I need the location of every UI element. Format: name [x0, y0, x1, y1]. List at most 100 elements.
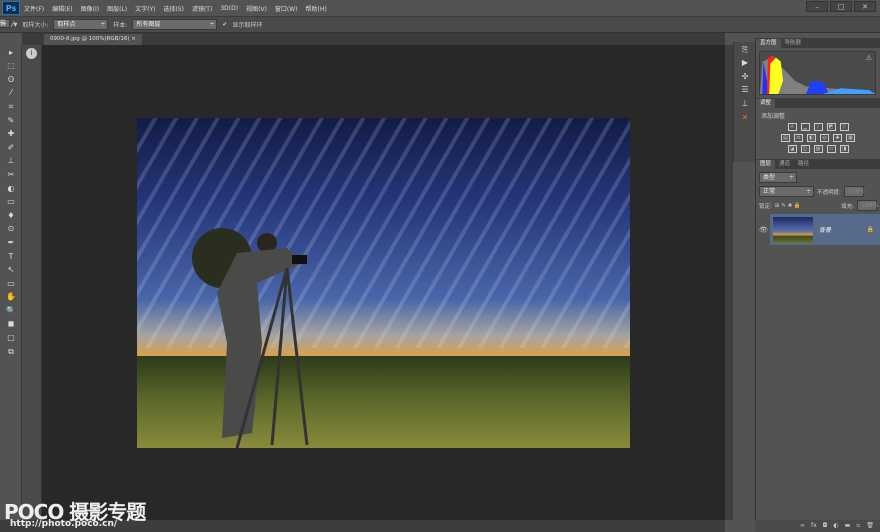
posterize-icon[interactable]: ◫	[800, 145, 810, 153]
clone-source-icon[interactable]: ⊥	[737, 98, 753, 110]
right-panels: 直方图 导航器 ⚠ 调整 添加调整 ☼ ▁ ∕ ◩ ▽ ▤ ⚖ ◧ ◎ ♣ ▦ ◪ ◫ ▨ ▭ ◨ 图层 …	[755, 38, 880, 532]
tab-adjustments[interactable]: 调整	[756, 99, 776, 108]
menu-edit[interactable]: 编辑(E)	[52, 4, 72, 13]
tab-paths[interactable]: 路径	[794, 160, 813, 169]
minimize-button[interactable]: –	[806, 1, 828, 12]
tool-button[interactable]: ʘ	[3, 74, 19, 86]
tool-button[interactable]: ◐	[3, 183, 19, 195]
sample-size-select[interactable]: 取样点	[53, 19, 109, 30]
tool-button[interactable]: ✚	[3, 128, 19, 140]
threshold-icon[interactable]: ▨	[813, 145, 823, 153]
brush-presets-icon[interactable]: ✣	[737, 71, 753, 83]
eye-icon[interactable]: 👁	[759, 226, 768, 234]
color-balance-icon[interactable]: ⚖	[794, 134, 803, 142]
fx-icon[interactable]: fx	[811, 520, 817, 532]
document-tab[interactable]: 0900-8.jpg @ 100%(RGB/16) ×	[44, 34, 142, 45]
close-button[interactable]: ✕	[854, 1, 876, 12]
menu-select[interactable]: 选择(S)	[163, 4, 184, 13]
menu-view[interactable]: 视图(V)	[246, 4, 267, 13]
tool-button[interactable]: ↖	[3, 264, 19, 276]
menu-help[interactable]: 帮助(H)	[306, 4, 327, 13]
menu-layer[interactable]: 图层(L)	[107, 4, 127, 13]
tool-button[interactable]: ✋	[3, 291, 19, 303]
histogram-panel-tabs: 直方图 导航器	[756, 38, 880, 48]
blend-mode-select[interactable]: 正常	[759, 186, 814, 197]
add-mask-icon[interactable]: ◘	[823, 520, 828, 532]
document-image[interactable]	[137, 118, 630, 448]
exposure-icon[interactable]: ◩	[826, 123, 836, 131]
document-tab-label: 0900-8.jpg @ 100%(RGB/16)	[50, 36, 130, 42]
tool-button[interactable]: ⊥	[3, 155, 19, 167]
channel-mixer-icon[interactable]: ♣	[833, 134, 842, 142]
maximize-button[interactable]: □	[830, 1, 852, 12]
invert-icon[interactable]: ◪	[787, 145, 797, 153]
sample-select[interactable]: 所有图层	[132, 19, 218, 30]
layer-filter-select[interactable]: 类型	[759, 172, 797, 183]
photo-filter-icon[interactable]: ◎	[820, 134, 829, 142]
menu-file[interactable]: 文件(F)	[24, 4, 44, 13]
tool-button[interactable]: ▢	[3, 332, 19, 344]
selective-color-icon[interactable]: ◨	[839, 145, 849, 153]
menu-filter[interactable]: 滤镜(T)	[192, 4, 212, 13]
tab-navigator[interactable]: 导航器	[781, 39, 806, 48]
black-white-icon[interactable]: ◧	[807, 134, 816, 142]
show-ring-checkbox[interactable]: ✔	[222, 21, 227, 28]
workspace-select[interactable]: 摄影	[0, 19, 11, 28]
tab-channels[interactable]: 通道	[775, 160, 794, 169]
new-adjustment-icon[interactable]: ◐	[833, 520, 838, 532]
vertical-scrollbar[interactable]	[725, 45, 733, 520]
opacity-input[interactable]: 100%	[843, 186, 865, 197]
tool-button[interactable]: ⁄	[3, 87, 19, 99]
tool-button[interactable]: ✐	[3, 142, 19, 154]
histogram: ⚠	[759, 51, 876, 95]
panel-icon-strip: ⎘ ▶ ✣ ☰ ⊥ ✕	[733, 42, 755, 162]
menu-image[interactable]: 图像(I)	[81, 4, 99, 13]
color-lookup-icon[interactable]: ▦	[846, 134, 855, 142]
delete-layer-icon[interactable]: 🗑	[866, 520, 874, 532]
properties-icon[interactable]: ☰	[737, 84, 753, 96]
levels-icon[interactable]: ▁	[800, 123, 810, 131]
tool-button[interactable]: ⊙	[3, 223, 19, 235]
link-layers-icon[interactable]: ∞	[800, 520, 805, 532]
lock-icons[interactable]: ⊞ ✎ ✚ 🔒	[775, 203, 801, 209]
fill-label: 填充:	[841, 203, 854, 210]
tool-button[interactable]: ◼	[3, 318, 19, 330]
tool-button[interactable]: 🔍	[3, 305, 19, 317]
opacity-label: 不透明度:	[817, 189, 841, 196]
brightness-icon[interactable]: ☼	[787, 123, 797, 131]
actions-play-icon[interactable]: ▶	[737, 57, 753, 69]
hue-saturation-icon[interactable]: ▤	[781, 134, 790, 142]
menu-window[interactable]: 窗口(W)	[275, 4, 298, 13]
menu-type[interactable]: 文字(Y)	[135, 4, 155, 13]
history-icon[interactable]: ⎘	[737, 44, 753, 56]
tool-button[interactable]: ⧉	[3, 346, 19, 358]
layer-row-background[interactable]: 👁 背景 🔒	[759, 214, 880, 245]
menu-3d[interactable]: 3D(D)	[220, 5, 238, 12]
info-icon[interactable]: i	[26, 48, 37, 59]
tab-layers[interactable]: 图层	[756, 160, 776, 169]
eyedropper-icon[interactable]: ⁄▾	[12, 20, 17, 29]
tool-button[interactable]: ✎	[3, 115, 19, 127]
tool-button[interactable]: ♦	[3, 210, 19, 222]
tools-panel: ▸ ⬚ ʘ ⁄ ⌗ ✎ ✚ ✐ ⊥ ✂ ◐ ▭ ♦ ⊙ ✒ T ↖ ▭ ✋ 🔍 ◼ ▢ ⧉	[0, 45, 22, 520]
tool-button[interactable]: T	[3, 251, 19, 263]
tool-button[interactable]: ▭	[3, 278, 19, 290]
curves-icon[interactable]: ∕	[813, 123, 823, 131]
layer-name: 背景	[819, 227, 832, 234]
new-layer-icon[interactable]: ▫	[856, 520, 860, 532]
tool-presets-icon[interactable]: ✕	[737, 112, 753, 124]
new-group-icon[interactable]: ▬	[845, 520, 851, 532]
tool-button[interactable]: ⌗	[3, 101, 19, 113]
tool-button[interactable]: ⬚	[3, 60, 19, 72]
tab-histogram[interactable]: 直方图	[756, 39, 781, 48]
tool-button[interactable]: ✒	[3, 237, 19, 249]
tool-button[interactable]: ✂	[3, 169, 19, 181]
tool-button[interactable]: ▸	[3, 47, 19, 59]
watermark-url: http://photo.poco.cn/	[10, 519, 118, 529]
warning-icon[interactable]: ⚠	[866, 54, 872, 62]
gradient-map-icon[interactable]: ▭	[826, 145, 836, 153]
vibrance-icon[interactable]: ▽	[839, 123, 849, 131]
close-tab-icon[interactable]: ×	[131, 36, 136, 42]
fill-input[interactable]: 100%	[857, 200, 878, 211]
tool-button[interactable]: ▭	[3, 196, 19, 208]
